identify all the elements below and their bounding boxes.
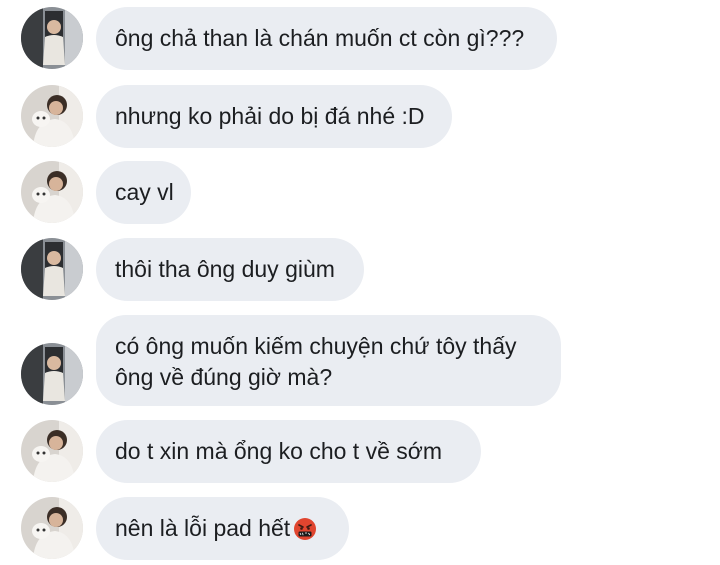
message-text: ông chả than là chán muốn ct còn gì??? [115, 25, 525, 51]
message-text: cay vl [115, 179, 174, 205]
message-text: ông về đúng giờ mà? [115, 364, 333, 390]
avatar-photo-icon [21, 420, 83, 482]
avatar-photo-icon [21, 497, 83, 559]
avatar-b[interactable] [21, 497, 83, 559]
avatar-a[interactable] [21, 7, 83, 69]
message-bubble[interactable]: nên là lỗi pad hết [96, 497, 349, 560]
message-bubble[interactable]: do t xin mà ổng ko cho t về sớm [96, 420, 481, 483]
swearing-face-emoji-icon [294, 518, 317, 540]
avatar-photo-icon [21, 7, 83, 69]
message-text: có ông muốn kiếm chuyện chứ tôy thấy [115, 333, 517, 359]
message-text: nên là lỗi pad hết [115, 515, 317, 541]
avatar-photo-icon [21, 161, 83, 223]
avatar-photo-icon [21, 85, 83, 147]
message-text: do t xin mà ổng ko cho t về sớm [115, 438, 443, 464]
avatar-b[interactable] [21, 161, 83, 223]
message-text: nhưng ko phải do bị đá nhé :D [115, 103, 425, 129]
avatar-photo-icon [21, 343, 83, 405]
message-bubble[interactable]: có ông muốn kiếm chuyện chứ tôy thấy ông… [96, 315, 561, 406]
message-text: thôi tha ông duy giùm [115, 256, 335, 282]
message-bubble[interactable]: nhưng ko phải do bị đá nhé :D [96, 85, 452, 148]
message-bubble[interactable]: thôi tha ông duy giùm [96, 238, 364, 301]
message-bubble[interactable]: ông chả than là chán muốn ct còn gì??? [96, 7, 557, 70]
message-text-content: nên là lỗi pad hết [115, 515, 291, 541]
avatar-b[interactable] [21, 85, 83, 147]
avatar-a[interactable] [21, 238, 83, 300]
avatar-b[interactable] [21, 420, 83, 482]
avatar-a[interactable] [21, 343, 83, 405]
avatar-photo-icon [21, 238, 83, 300]
chat-thread: ông chả than là chán muốn ct còn gì??? n… [0, 0, 720, 565]
message-bubble[interactable]: cay vl [96, 161, 191, 224]
